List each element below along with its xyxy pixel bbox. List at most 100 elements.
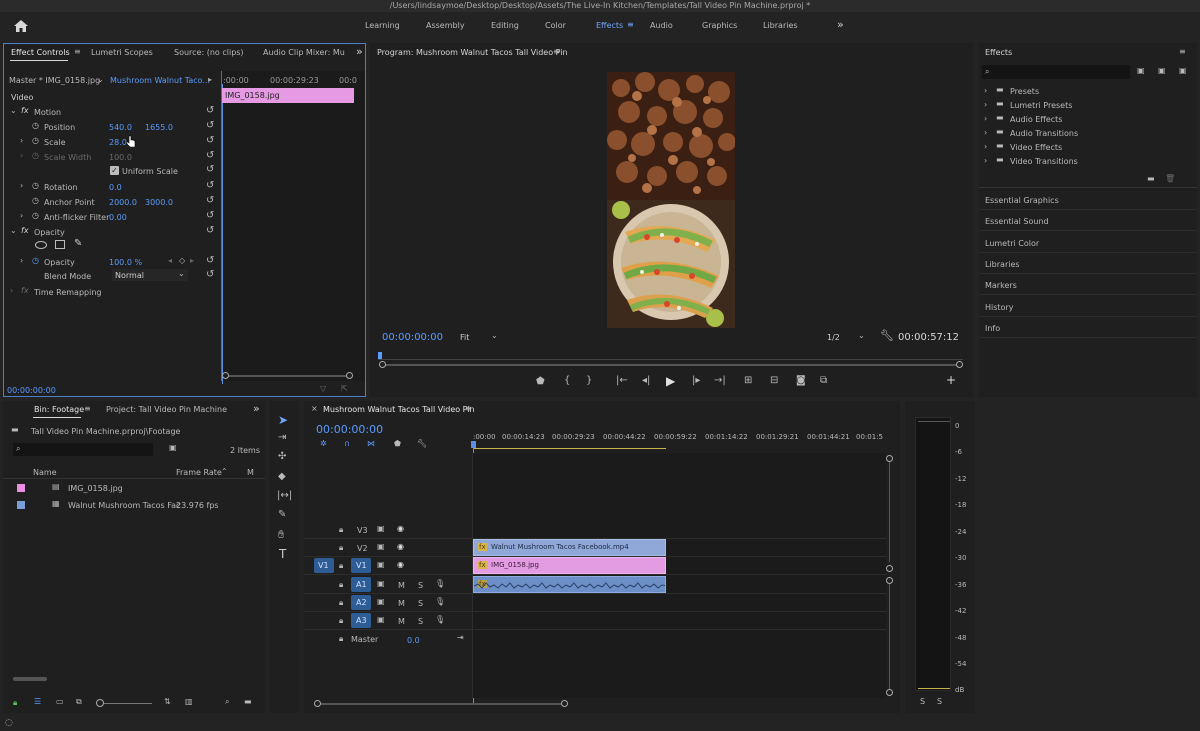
sequence-clip-label[interactable]: Mushroom Walnut Taco... (110, 76, 210, 85)
scale-width-reset-icon[interactable]: ↺ (206, 150, 214, 161)
opacity-value[interactable]: 100.0 % (109, 258, 142, 267)
ripple-edit-tool-icon[interactable]: ✣ (278, 451, 286, 462)
timeline-ruler[interactable]: :00:00 00:00:14:23 00:00:29:23 00:00:44:… (472, 429, 886, 451)
clip-v1[interactable]: fx IMG_0158.jpg (473, 557, 666, 574)
freeform-view-icon[interactable]: ⧉ (76, 697, 82, 707)
zoom-slider-track[interactable] (100, 703, 152, 704)
column-m[interactable]: M (247, 468, 254, 477)
selection-tool-icon[interactable]: ➤ (278, 413, 288, 427)
blend-reset-icon[interactable]: ↺ (206, 269, 214, 280)
playhead-head[interactable] (471, 441, 476, 448)
workspace-overflow-icon[interactable]: » (837, 18, 844, 31)
toggle-sync-icon[interactable]: ▣ (377, 615, 385, 624)
video-frame[interactable] (607, 72, 735, 328)
anchor-reset-icon[interactable]: ↺ (206, 195, 214, 206)
tree-expand-audio-effects[interactable]: › (984, 114, 987, 123)
panel-overflow-icon[interactable]: » (356, 45, 363, 58)
lock-icon[interactable]: 🔒︎ (339, 616, 343, 626)
fit-select[interactable]: Fit ⌄ (458, 331, 503, 343)
column-frame-rate[interactable]: Frame Rate (176, 468, 222, 477)
project-search-input[interactable]: ⌕ (13, 443, 153, 456)
toggle-sync-icon[interactable]: ▣ (377, 542, 385, 551)
zoom-slider-handle[interactable] (96, 699, 104, 707)
resolution-select[interactable]: 1/2 ⌄ (825, 331, 870, 343)
find-icon[interactable]: ⌕ (225, 697, 229, 707)
lock-icon[interactable]: 🔒︎ (339, 580, 343, 590)
mark-out-icon[interactable]: } (586, 375, 592, 386)
tree-expand-video-transitions[interactable]: › (984, 156, 987, 165)
home-icon[interactable] (14, 20, 28, 32)
workspace-graphics[interactable]: Graphics (702, 21, 737, 30)
step-back-icon[interactable]: ◂| (642, 375, 650, 386)
flicker-value[interactable]: 0.00 (109, 213, 127, 222)
fx-icon[interactable]: fx (21, 106, 29, 115)
lock-icon[interactable]: 🔒︎ (339, 598, 343, 608)
compare-view-icon[interactable]: ⧉ (820, 375, 827, 386)
uniform-reset-icon[interactable]: ↺ (206, 164, 214, 175)
add-marker-icon[interactable]: ⬟ (536, 376, 545, 387)
section-libraries[interactable]: Libraries (985, 260, 1020, 269)
accelerated-effects-icon[interactable]: ▣ (1137, 66, 1145, 75)
master-volume-value[interactable]: 0.0 (407, 636, 420, 645)
pen-mask-icon[interactable]: ✎ (74, 238, 82, 249)
list-item[interactable]: ▤ IMG_0158.jpg (3, 481, 265, 497)
section-info[interactable]: Info (985, 324, 1000, 333)
mute-button[interactable]: M (398, 617, 405, 626)
microphone-icon[interactable]: 🎙︎ (435, 579, 445, 588)
play-only-icon[interactable]: ▸ (208, 75, 212, 84)
track-label-v3[interactable]: V3 (357, 526, 368, 535)
new-bin-icon[interactable]: ▬ (244, 697, 252, 706)
camera-icon[interactable]: ◙ (796, 375, 806, 386)
section-lumetri-color[interactable]: Lumetri Color (985, 239, 1039, 248)
keyframe-next-icon[interactable]: ▸ (190, 256, 194, 265)
workspace-libraries[interactable]: Libraries (763, 21, 798, 30)
motion-expand-icon[interactable]: ⌄ (10, 106, 17, 115)
pen-tool-icon[interactable]: ✎ (278, 509, 286, 520)
work-area-bar[interactable] (474, 448, 666, 449)
anchor-x-value[interactable]: 2000.0 (109, 198, 137, 207)
tab-source[interactable]: Source: (no clips) (174, 48, 244, 57)
project-hscroll[interactable] (13, 677, 47, 681)
lock-icon[interactable]: 🔒︎ (339, 543, 343, 553)
solo-button[interactable]: S (418, 581, 423, 590)
time-remap-expand-icon[interactable]: › (10, 286, 13, 295)
add-marker-icon[interactable]: ⬟ (394, 439, 401, 448)
tree-item-video-transitions[interactable]: Video Transitions (1010, 157, 1078, 166)
workspace-editing[interactable]: Editing (491, 21, 519, 30)
flicker-reset-icon[interactable]: ↺ (206, 210, 214, 221)
lock-icon[interactable]: 🔒︎ (13, 698, 17, 708)
timeline-vscroll-bottom[interactable] (886, 689, 893, 696)
source-patch-v1[interactable]: V1 (314, 558, 334, 573)
tree-expand-presets[interactable]: › (984, 86, 987, 95)
column-name[interactable]: Name (33, 468, 57, 477)
microphone-icon[interactable]: 🎙︎ (435, 597, 445, 606)
scale-expand-icon[interactable]: › (20, 136, 23, 145)
ec-playhead[interactable] (222, 84, 223, 384)
tree-item-audio-transitions[interactable]: Audio Transitions (1010, 129, 1078, 138)
tree-item-presets[interactable]: Presets (1010, 87, 1039, 96)
toggle-sync-icon[interactable]: ▣ (377, 560, 385, 569)
add-button-icon[interactable]: + (946, 373, 956, 387)
rotation-value[interactable]: 0.0 (109, 183, 122, 192)
go-to-out-icon[interactable]: →| (714, 375, 726, 386)
scale-stopwatch-icon[interactable]: ◷ (32, 136, 39, 145)
play-icon[interactable]: ▶ (666, 374, 675, 388)
timeline-vscroll-mid[interactable] (886, 565, 893, 572)
ec-scroll-track[interactable] (226, 375, 348, 377)
ec-scroll-handle-left[interactable] (222, 372, 229, 379)
solo-button[interactable]: S (418, 617, 423, 626)
rotation-expand-icon[interactable]: › (20, 181, 23, 190)
mute-button[interactable]: M (398, 599, 405, 608)
tree-expand-audio-transitions[interactable]: › (984, 128, 987, 137)
program-zoom-handle-left[interactable] (379, 361, 386, 368)
list-item[interactable]: ▦ Walnut Mushroom Tacos Fac 23.976 fps (3, 498, 265, 514)
timeline-vscroll-mid2[interactable] (886, 577, 893, 584)
tab-project[interactable]: Project: Tall Video Pin Machine (106, 405, 227, 414)
track-target-a3[interactable]: A3 (351, 613, 371, 628)
workspace-menu-icon[interactable]: ≡ (627, 20, 634, 29)
scale-reset-icon[interactable]: ↺ (206, 135, 214, 146)
lock-icon[interactable]: 🔒︎ (339, 634, 343, 644)
tree-expand-lumetri[interactable]: › (984, 100, 987, 109)
bin-menu-icon[interactable]: ≡ (84, 404, 91, 413)
motion-reset-icon[interactable]: ↺ (206, 105, 214, 116)
